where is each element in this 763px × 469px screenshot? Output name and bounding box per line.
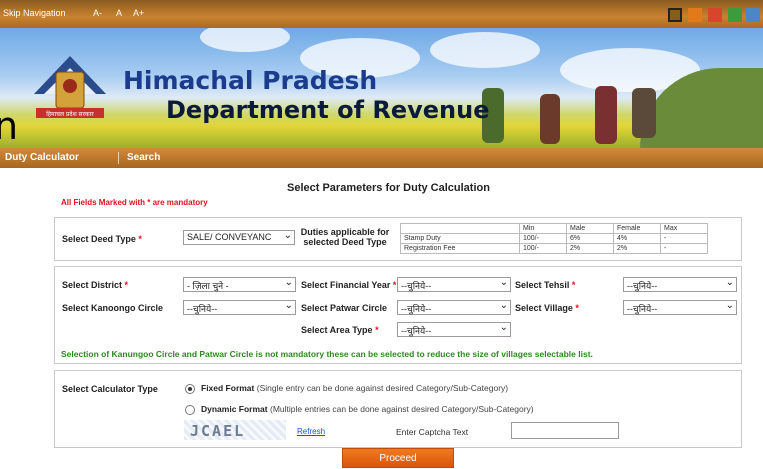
left-edge-text-fragment: n	[0, 104, 19, 148]
duty-rates-table: Min Male Female Max Stamp Duty 100/- 6% …	[400, 223, 708, 254]
fixed-format-option: Fixed Format (Single entry can be done a…	[201, 383, 509, 393]
top-utility-bar: Skip Navigation A- A A+	[0, 0, 763, 28]
table-row: Stamp Duty 100/- 6% 4% -	[400, 233, 708, 244]
table-row: Registration Fee 100/- 2% 2% -	[400, 243, 708, 254]
area-type-select[interactable]: --चुनिये-- ⌄	[397, 322, 511, 337]
captcha-input[interactable]	[511, 422, 619, 439]
farmer-figure	[632, 88, 656, 138]
theme-black-swatch[interactable]	[668, 8, 682, 22]
mandatory-note: All Fields Marked with * are mandatory	[61, 198, 208, 207]
chevron-down-icon: ⌄	[499, 277, 508, 288]
nav-duty-calculator[interactable]: Duty Calculator	[5, 152, 79, 163]
chevron-down-icon: ⌄	[284, 300, 293, 311]
main-nav-bar: Duty Calculator Search	[0, 148, 763, 168]
patwar-circle-label: Select Patwar Circle	[301, 303, 388, 313]
calculator-type-label: Select Calculator Type	[62, 384, 158, 394]
form-title: Select Parameters for Duty Calculation	[287, 182, 490, 194]
nav-search[interactable]: Search	[127, 152, 160, 163]
kanoongo-circle-label: Select Kanoongo Circle	[62, 303, 164, 313]
state-emblem-icon: हिमाचल प्रदेश सरकार	[34, 56, 106, 118]
tehsil-label: Select Tehsil *	[515, 280, 576, 290]
proceed-button[interactable]: Proceed	[342, 448, 454, 468]
village-label: Select Village *	[515, 303, 579, 313]
farmer-figure	[595, 86, 617, 144]
svg-text:हिमाचल प्रदेश सरकार: हिमाचल प्रदेश सरकार	[46, 110, 94, 118]
chevron-down-icon: ⌄	[499, 300, 508, 311]
banner-title-department: Department of Revenue	[166, 96, 490, 124]
font-increase-button[interactable]: A+	[133, 8, 144, 18]
deed-type-panel: Select Deed Type * SALE/ CONVEYANC ⌄ Duti…	[54, 217, 742, 261]
deed-type-select[interactable]: SALE/ CONVEYANC ⌄	[183, 230, 295, 245]
captcha-refresh-link[interactable]: Refresh	[297, 427, 325, 436]
kanoongo-circle-select[interactable]: --चुनिये-- ⌄	[183, 300, 296, 315]
table-row: Min Male Female Max	[400, 223, 708, 234]
theme-blue-swatch[interactable]	[746, 8, 760, 22]
patwar-circle-select[interactable]: --चुनिये-- ⌄	[397, 300, 511, 315]
farmer-figure	[540, 94, 560, 144]
font-normal-button[interactable]: A	[116, 8, 122, 18]
tehsil-select[interactable]: --चुनिये-- ⌄	[623, 277, 737, 292]
theme-green-swatch[interactable]	[728, 8, 742, 22]
deed-type-label: Select Deed Type *	[62, 234, 142, 244]
area-type-label: Select Area Type *	[301, 325, 379, 335]
dynamic-format-option: Dynamic Format (Multiple entries can be …	[201, 404, 534, 414]
village-select[interactable]: --चुनिये-- ⌄	[623, 300, 737, 315]
financial-year-label: Select Financial Year *	[301, 280, 397, 290]
nav-separator	[118, 152, 119, 164]
chevron-down-icon: ⌄	[725, 300, 734, 311]
header-banner: हिमाचल प्रदेश सरकार Himachal Pradesh Dep…	[0, 28, 763, 148]
district-label: Select District *	[62, 280, 129, 290]
circle-selection-note: Selection of Kanungoo Circle and Patwar …	[61, 349, 593, 359]
chevron-down-icon: ⌄	[499, 322, 508, 333]
captcha-image-text: JCAEL	[190, 422, 246, 440]
chevron-down-icon: ⌄	[284, 277, 293, 288]
dynamic-format-radio[interactable]	[185, 405, 195, 415]
fixed-format-radio[interactable]	[185, 384, 195, 394]
chevron-down-icon: ⌄	[283, 230, 292, 241]
theme-red-swatch[interactable]	[708, 8, 722, 22]
captcha-label: Enter Captcha Text	[396, 427, 469, 437]
financial-year-select[interactable]: --चुनिये-- ⌄	[397, 277, 511, 292]
captcha-image: JCAEL	[184, 420, 286, 440]
skip-navigation-link[interactable]: Skip Navigation	[3, 8, 66, 18]
banner-title-state: Himachal Pradesh	[123, 66, 378, 95]
font-decrease-button[interactable]: A-	[93, 8, 102, 18]
chevron-down-icon: ⌄	[725, 277, 734, 288]
duties-applicable-label: Duties applicable for selected Deed Type	[300, 227, 390, 247]
district-select[interactable]: - ज़िला चुने - ⌄	[183, 277, 296, 292]
theme-orange-swatch[interactable]	[688, 8, 702, 22]
